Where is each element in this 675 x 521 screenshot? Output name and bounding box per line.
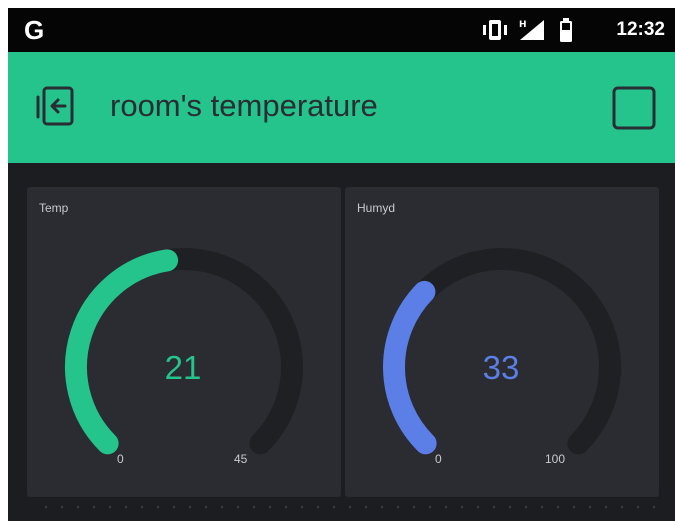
google-icon: G	[24, 15, 45, 45]
battery-icon	[560, 18, 572, 42]
gauge-widget-humidity[interactable]: Humyd 33 0 100	[345, 187, 659, 497]
gauge-dial	[65, 248, 303, 455]
exit-project-icon[interactable]	[32, 81, 84, 133]
gauge-value: 21	[164, 349, 202, 386]
play-button-icon[interactable]	[611, 85, 657, 131]
clock-time: 12:32	[616, 19, 665, 40]
gauge-min-label: 0	[117, 452, 124, 466]
gauge-max-label: 45	[234, 452, 248, 466]
gauge-min-label: 0	[435, 452, 442, 466]
project-title: room's temperature	[110, 88, 378, 123]
gauge-widget-temp[interactable]: Temp 21 0 45	[27, 187, 341, 497]
status-icons: H 12:32	[480, 17, 665, 43]
gauge-max-label: 100	[545, 452, 566, 466]
gauge-value: 33	[482, 349, 520, 386]
widget-canvas: Temp 21 0 45 Humyd 33 0 100	[8, 163, 675, 521]
phone-screen: G H 12:32 room's temperature Temp 21 0 4…	[8, 8, 675, 521]
grid-dots	[38, 505, 658, 509]
status-bar: G H 12:32	[8, 8, 675, 52]
svg-text:H: H	[519, 20, 527, 30]
gauge-fill	[383, 280, 437, 455]
signal-icon: H	[519, 20, 544, 40]
vibrate-icon	[483, 20, 507, 40]
app-header: room's temperature	[8, 52, 675, 163]
gauge-dial	[383, 248, 621, 455]
